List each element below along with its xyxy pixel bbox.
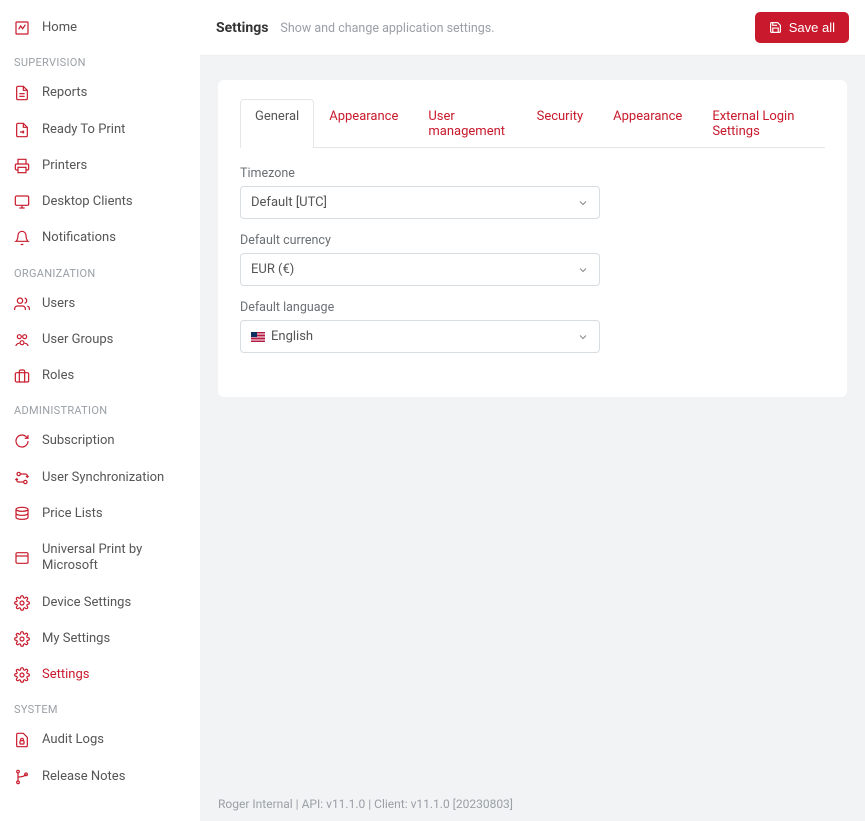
lock-file-icon xyxy=(14,732,36,748)
sidebar-item-label: Ready To Print xyxy=(42,122,125,138)
file-send-icon xyxy=(14,122,36,138)
sidebar-item-roles[interactable]: Roles xyxy=(0,358,200,394)
section-header-administration: ADMINISTRATION xyxy=(0,394,200,423)
sidebar-item-label: Roles xyxy=(42,368,74,384)
section-header-organization: ORGANIZATION xyxy=(0,257,200,286)
timezone-select[interactable]: Default [UTC] xyxy=(240,186,600,219)
sidebar-item-label: Device Settings xyxy=(42,595,131,611)
sidebar-item-ready-to-print[interactable]: Ready To Print xyxy=(0,112,200,148)
gear-icon xyxy=(14,667,36,683)
sidebar-item-label: Home xyxy=(42,20,77,36)
desktop-icon xyxy=(14,194,36,210)
sidebar: Home SUPERVISION Reports Ready To Print Pr… xyxy=(0,0,200,821)
save-button-label: Save all xyxy=(789,20,835,35)
sidebar-item-label: Price Lists xyxy=(42,506,103,522)
sidebar-item-price-lists[interactable]: Price Lists xyxy=(0,496,200,532)
section-header-system: SYSTEM xyxy=(0,693,200,722)
tabs: GeneralAppearanceUser managementSecurity… xyxy=(240,98,825,148)
flag-us-icon xyxy=(251,332,265,342)
sidebar-item-users[interactable]: Users xyxy=(0,286,200,322)
tab-security[interactable]: Security xyxy=(522,99,599,148)
bell-icon xyxy=(14,230,36,246)
window-icon xyxy=(14,550,36,566)
tab-user-management[interactable]: User management xyxy=(413,99,521,148)
topbar: Settings Show and change application set… xyxy=(200,0,865,56)
sidebar-item-my-settings[interactable]: My Settings xyxy=(0,621,200,657)
sidebar-item-reports[interactable]: Reports xyxy=(0,75,200,111)
page-title: Settings xyxy=(216,20,268,36)
sidebar-item-label: Printers xyxy=(42,158,87,174)
sidebar-item-release-notes[interactable]: Release Notes xyxy=(0,759,200,795)
sidebar-item-label: User Groups xyxy=(42,332,113,348)
timezone-label: Timezone xyxy=(240,166,600,181)
sidebar-item-label: My Settings xyxy=(42,631,110,647)
sidebar-item-printers[interactable]: Printers xyxy=(0,148,200,184)
sync-users-icon xyxy=(14,470,36,486)
settings-card: GeneralAppearanceUser managementSecurity… xyxy=(218,80,847,397)
chevron-down-icon xyxy=(577,264,589,276)
user-groups-icon xyxy=(14,332,36,348)
sidebar-item-label: Subscription xyxy=(42,433,115,449)
main: Settings Show and change application set… xyxy=(200,0,865,821)
language-value: English xyxy=(271,329,313,344)
sidebar-item-user-synchronization[interactable]: User Synchronization xyxy=(0,460,200,496)
users-icon xyxy=(14,296,36,312)
footer-text: Roger Internal | API: v11.1.0 | Client: … xyxy=(200,789,865,821)
stack-icon xyxy=(14,506,36,522)
chart-icon xyxy=(14,20,36,36)
sidebar-item-user-groups[interactable]: User Groups xyxy=(0,322,200,358)
tab-appearance[interactable]: Appearance xyxy=(314,99,413,148)
tab-appearance[interactable]: Appearance xyxy=(598,99,697,148)
sidebar-item-subscription[interactable]: Subscription xyxy=(0,423,200,459)
sidebar-item-label: Settings xyxy=(42,667,89,683)
sidebar-item-label: Reports xyxy=(42,85,87,101)
sidebar-item-audit-logs[interactable]: Audit Logs xyxy=(0,722,200,758)
content-area: GeneralAppearanceUser managementSecurity… xyxy=(200,56,865,789)
sidebar-item-label: User Synchronization xyxy=(42,470,164,486)
sidebar-item-label: Users xyxy=(42,296,75,312)
form-group-currency: Default currency EUR (€) xyxy=(240,233,600,286)
sidebar-item-universal-print-by-microsoft[interactable]: Universal Print by Microsoft xyxy=(0,532,200,585)
sidebar-item-device-settings[interactable]: Device Settings xyxy=(0,585,200,621)
save-icon xyxy=(769,21,782,34)
refresh-icon xyxy=(14,433,36,449)
tab-external-login-settings[interactable]: External Login Settings xyxy=(697,99,825,148)
sidebar-item-settings[interactable]: Settings xyxy=(0,657,200,693)
printer-icon xyxy=(14,158,36,174)
section-header-supervision: SUPERVISION xyxy=(0,46,200,75)
sidebar-item-label: Audit Logs xyxy=(42,732,104,748)
currency-label: Default currency xyxy=(240,233,600,248)
sidebar-item-label: Universal Print by Microsoft xyxy=(42,542,186,575)
chevron-down-icon xyxy=(577,331,589,343)
gear-icon xyxy=(14,595,36,611)
save-all-button[interactable]: Save all xyxy=(755,12,849,43)
currency-value: EUR (€) xyxy=(251,262,294,277)
branch-icon xyxy=(14,769,36,785)
sidebar-item-label: Notifications xyxy=(42,230,116,246)
sidebar-item-label: Desktop Clients xyxy=(42,194,133,210)
sidebar-item-desktop-clients[interactable]: Desktop Clients xyxy=(0,184,200,220)
file-icon xyxy=(14,85,36,101)
page-subtitle: Show and change application settings. xyxy=(280,21,494,36)
form-group-language: Default language English xyxy=(240,300,600,353)
briefcase-icon xyxy=(14,368,36,384)
timezone-value: Default [UTC] xyxy=(251,195,327,210)
sidebar-item-label: Release Notes xyxy=(42,769,125,785)
gear-icon xyxy=(14,631,36,647)
currency-select[interactable]: EUR (€) xyxy=(240,253,600,286)
sidebar-item-home[interactable]: Home xyxy=(0,10,200,46)
language-select[interactable]: English xyxy=(240,320,600,353)
tab-general[interactable]: General xyxy=(240,99,314,148)
sidebar-item-notifications[interactable]: Notifications xyxy=(0,220,200,256)
form-group-timezone: Timezone Default [UTC] xyxy=(240,166,600,219)
language-label: Default language xyxy=(240,300,600,315)
chevron-down-icon xyxy=(577,197,589,209)
